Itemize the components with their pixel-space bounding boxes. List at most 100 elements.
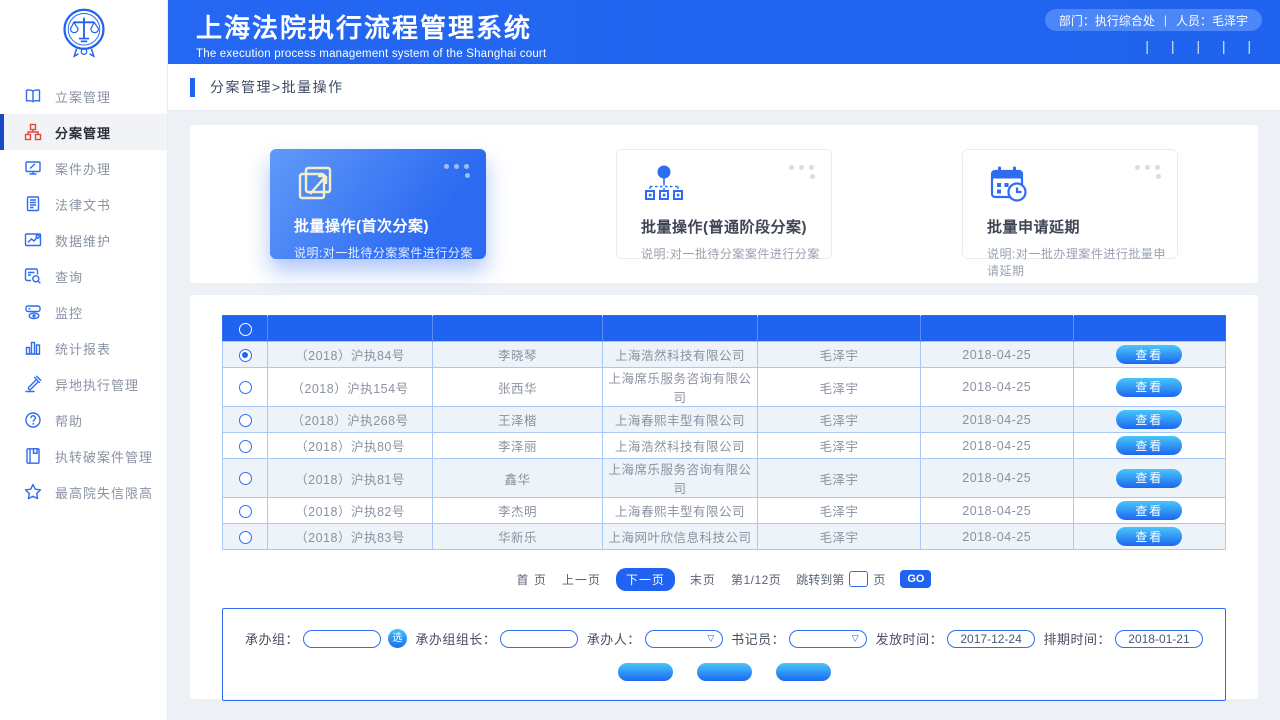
nav-item-function-config[interactable] (1211, 39, 1237, 54)
table-row: （2018）沪执82号 李杰明 上海春熙丰型有限公司 毛泽宇 2018-04-2… (223, 498, 1226, 524)
row-radio[interactable] (239, 349, 252, 362)
breadcrumb-accent-bar (190, 78, 195, 97)
field-label: 排期时间： (1043, 629, 1111, 648)
jump-label: 跳转到第 (796, 571, 844, 588)
table-row: （2018）沪执154号 张西华 上海席乐服务咨询有限公司 毛泽宇 2018-0… (223, 368, 1226, 407)
sidebar-item-statistics-report[interactable]: 统计报表 (0, 330, 167, 366)
view-button[interactable]: 查看 (1116, 501, 1182, 520)
view-button[interactable]: 查看 (1116, 378, 1182, 397)
form-button-cancel[interactable] (776, 663, 831, 681)
page-jump-input[interactable] (849, 571, 868, 587)
select-all-header-cell (223, 316, 268, 342)
pagination-prev[interactable]: 上一页 (562, 571, 601, 588)
operation-card-batch-extension[interactable]: 批量申请延期 说明:对一批办理案件进行批量申请延期 (962, 149, 1178, 259)
view-button[interactable]: 查看 (1116, 410, 1182, 429)
field-label: 承办人： (587, 629, 641, 648)
pagination-last[interactable]: 末页 (690, 571, 716, 588)
sidebar-item-case-filing[interactable]: 立案管理 (0, 78, 167, 114)
breadcrumb: 分案管理>批量操作 (210, 77, 344, 97)
row-radio[interactable] (239, 414, 252, 427)
form-field-clerk: 书记员： ▽ (731, 629, 867, 648)
form-field-issue-date: 发放时间： ▽ (876, 629, 1036, 648)
go-button[interactable]: GO (900, 570, 931, 588)
court-emblem-logo (0, 0, 167, 66)
view-button[interactable]: 查看 (1116, 469, 1182, 488)
cell-filing-date: 2018-04-25 (921, 407, 1074, 433)
field-input[interactable] (789, 630, 867, 648)
column-header (603, 316, 758, 342)
nav-item-business[interactable] (1160, 39, 1186, 54)
column-header (433, 316, 603, 342)
more-options-icon (1135, 165, 1161, 179)
pagination-first[interactable]: 首 页 (517, 571, 547, 588)
header-radio[interactable] (239, 323, 252, 336)
document-icon (24, 195, 42, 213)
row-radio[interactable] (239, 505, 252, 518)
top-nav (1134, 39, 1262, 54)
app-header: 上海法院执行流程管理系统 The execution process manag… (168, 0, 1280, 64)
field-input[interactable] (947, 630, 1035, 648)
cell-executee: 上海网叶欣信息科技公司 (603, 524, 758, 550)
assignment-form: 承办组： ▽ 选 承办组组长： ▽ (222, 608, 1226, 701)
row-radio[interactable] (239, 381, 252, 394)
pagination-next[interactable]: 下一页 (616, 568, 675, 591)
sidebar-item-bankruptcy-transfer[interactable]: 执转破案件管理 (0, 438, 167, 474)
app-title-block: 上海法院执行流程管理系统 The execution process manag… (196, 0, 546, 64)
sidebar-item-case-handling[interactable]: 案件办理 (0, 150, 167, 186)
cell-case-no: （2018）沪执84号 (268, 342, 433, 368)
breadcrumb-bar: 分案管理>批量操作 (168, 64, 1280, 111)
case-book-icon (24, 447, 42, 465)
cell-filing-date: 2018-04-25 (921, 459, 1074, 498)
form-field-handling-group: 承办组： ▽ 选 (245, 629, 407, 648)
sidebar-item-monitoring[interactable]: 监控 (0, 294, 167, 330)
nav-item-stats-analysis[interactable] (1236, 39, 1262, 54)
cell-filing-date: 2018-04-25 (921, 524, 1074, 550)
operation-card-batch-first-assignment[interactable]: 批量操作(首次分案) 说明:对一批待分案案件进行分案 (270, 149, 486, 259)
sidebar-menu: 立案管理 分案管理 案件办理 法律文书 数据维护 查询 监控 统 (0, 78, 167, 510)
sidebar-item-data-maintenance[interactable]: 数据维护 (0, 222, 167, 258)
form-field-handler: 承办人： ▽ (587, 629, 723, 648)
column-header (268, 316, 433, 342)
cell-executee: 上海浩然科技有限公司 (603, 342, 758, 368)
pagination: 首 页 上一页 下一页 末页 第1/12页 跳转到第 页 GO (222, 550, 1226, 608)
form-button-save[interactable] (618, 663, 673, 681)
picker-button[interactable]: 选 (388, 629, 407, 648)
nav-item-workbench[interactable] (1134, 39, 1160, 54)
chart-edit-icon (24, 231, 42, 249)
field-input[interactable] (1115, 630, 1203, 648)
cell-case-no: （2018）沪执82号 (268, 498, 433, 524)
case-table: （2018）沪执84号 李晓琴 上海浩然科技有限公司 毛泽宇 2018-04-2… (222, 315, 1226, 550)
sidebar-item-help[interactable]: 帮助 (0, 402, 167, 438)
row-radio[interactable] (239, 440, 252, 453)
sidebar-item-remote-execution[interactable]: 异地执行管理 (0, 366, 167, 402)
more-options-icon (789, 165, 815, 179)
view-button[interactable]: 查看 (1116, 527, 1182, 546)
cell-case-no: （2018）沪执154号 (268, 368, 433, 407)
form-button-reset[interactable] (697, 663, 752, 681)
view-button[interactable]: 查看 (1116, 436, 1182, 455)
field-label: 书记员： (731, 629, 785, 648)
card-description: 说明:对一批待分案案件进行分案 (641, 245, 831, 262)
view-button[interactable]: 查看 (1116, 345, 1182, 364)
pagination-page-info: 第1/12页 (731, 571, 781, 588)
cell-handler: 毛泽宇 (758, 342, 921, 368)
bar-chart-icon (24, 339, 42, 357)
field-input[interactable] (645, 630, 723, 648)
row-radio[interactable] (239, 472, 252, 485)
field-input[interactable] (500, 630, 578, 648)
sidebar-item-case-assignment[interactable]: 分案管理 (0, 114, 167, 150)
operation-card-batch-stage-assignment[interactable]: 批量操作(普通阶段分案) 说明:对一批待分案案件进行分案 (616, 149, 832, 259)
sidebar-item-legal-documents[interactable]: 法律文书 (0, 186, 167, 222)
sidebar-item-query[interactable]: 查询 (0, 258, 167, 294)
user-badge: 部门：执行综合处 | 人员：毛泽宇 (1045, 9, 1262, 31)
field-label: 承办组组长： (415, 629, 496, 648)
row-radio[interactable] (239, 531, 252, 544)
cell-applicant: 鑫华 (433, 459, 603, 498)
sidebar-item-supreme-dishonest[interactable]: 最高院失信限高 (0, 474, 167, 510)
field-input[interactable] (303, 630, 381, 648)
monitor-icon (24, 159, 42, 177)
department-label: 部门：执行综合处 (1059, 12, 1155, 29)
table-row: （2018）沪执84号 李晓琴 上海浩然科技有限公司 毛泽宇 2018-04-2… (223, 342, 1226, 368)
nav-item-case-search[interactable] (1185, 39, 1211, 54)
jump-suffix: 页 (873, 571, 885, 588)
